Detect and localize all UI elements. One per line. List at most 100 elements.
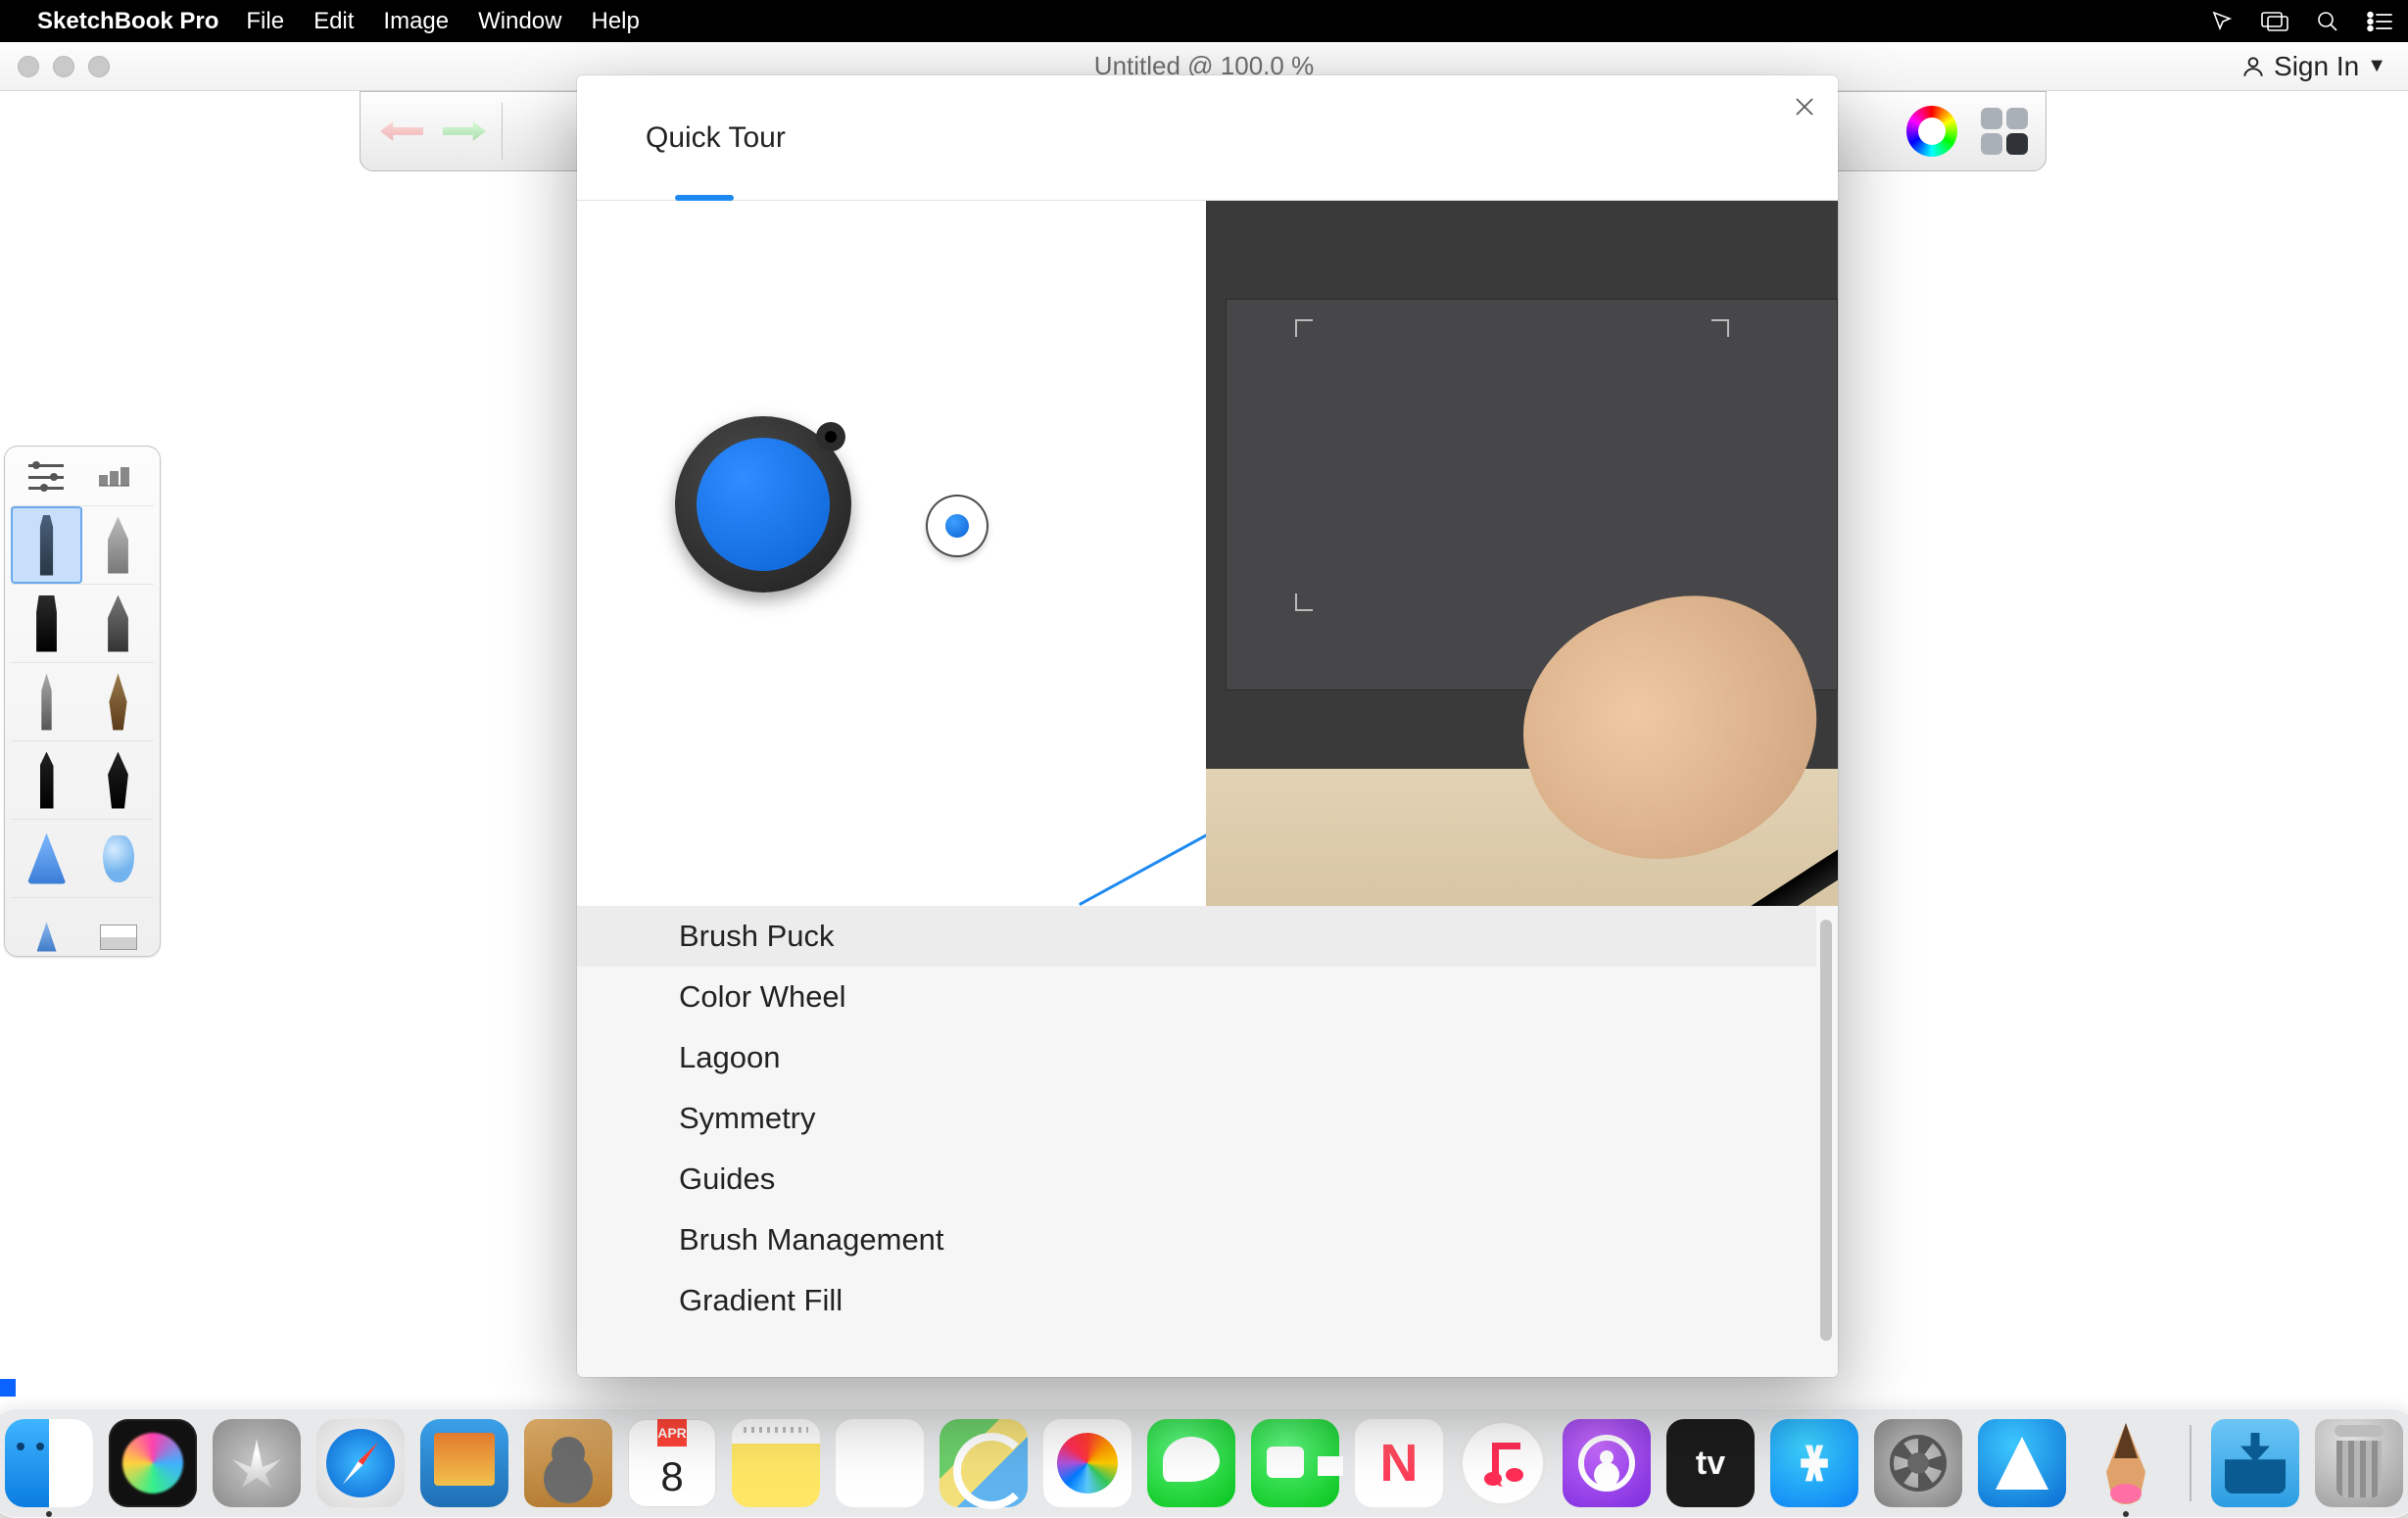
- brush-pencil[interactable]: [11, 505, 82, 584]
- soft-airbrush-icon: [103, 835, 134, 882]
- dock-launchpad[interactable]: [213, 1419, 301, 1507]
- screen-mirroring-icon[interactable]: [2261, 10, 2288, 33]
- window-controls[interactable]: [0, 56, 110, 77]
- brush-size-indicator: [928, 497, 987, 555]
- dock: APR 8: [0, 1408, 2408, 1518]
- sign-in-button[interactable]: Sign In ▼: [2240, 51, 2386, 82]
- calendar-day: 8: [660, 1447, 683, 1507]
- dock-maps[interactable]: [939, 1419, 1028, 1507]
- undo-button[interactable]: [370, 100, 433, 163]
- dock-sketchbook[interactable]: [2082, 1419, 2170, 1507]
- app-name[interactable]: SketchBook Pro: [37, 8, 218, 35]
- brush-marker[interactable]: [11, 584, 82, 662]
- cursor-status-icon[interactable]: [2208, 10, 2236, 33]
- dock-system-preferences[interactable]: [1874, 1419, 1962, 1507]
- dock-finder[interactable]: [5, 1419, 93, 1507]
- color-wheel-button[interactable]: [1901, 100, 1963, 163]
- quick-tour-modal: Quick Tour Brush Pu: [577, 75, 1838, 1377]
- modal-header: Quick Tour: [577, 75, 1838, 201]
- chevron-down-icon: ▼: [2367, 55, 2386, 77]
- ink-brush-icon: [106, 752, 131, 809]
- dock-tv[interactable]: [1666, 1419, 1755, 1507]
- tour-item-symmetry[interactable]: Symmetry: [577, 1088, 1816, 1149]
- brush-hard-cone[interactable]: [11, 897, 82, 975]
- sketchbook-icon: [2090, 1421, 2162, 1505]
- menu-window[interactable]: Window: [478, 8, 561, 35]
- control-center-icon[interactable]: [2367, 10, 2394, 33]
- dock-calendar[interactable]: APR 8: [628, 1419, 716, 1507]
- dock-news[interactable]: [1355, 1419, 1443, 1507]
- minimize-window-icon[interactable]: [53, 56, 74, 77]
- dock-reminders[interactable]: [836, 1419, 924, 1507]
- brush-fineliner[interactable]: [11, 740, 82, 819]
- dock-podcasts[interactable]: [1563, 1419, 1651, 1507]
- brush-ink[interactable]: [82, 740, 154, 819]
- menu-image[interactable]: Image: [383, 8, 449, 35]
- scrollbar[interactable]: [1820, 920, 1832, 1341]
- tour-topic-list: Brush Puck Color Wheel Lagoon Symmetry G…: [577, 906, 1838, 1377]
- macos-menubar: SketchBook Pro File Edit Image Window He…: [0, 0, 2408, 42]
- menu-help[interactable]: Help: [591, 8, 639, 35]
- sign-in-label: Sign In: [2274, 51, 2359, 82]
- brush-settings-icon[interactable]: [28, 464, 64, 490]
- close-icon: [1794, 96, 1815, 118]
- brush-technical-pen[interactable]: [82, 505, 154, 584]
- menu-file[interactable]: File: [246, 8, 284, 35]
- brush-pen-icon: [106, 674, 131, 731]
- tour-item-guides[interactable]: Guides: [577, 1149, 1816, 1210]
- menu-edit[interactable]: Edit: [313, 8, 354, 35]
- dock-photos[interactable]: [1043, 1419, 1132, 1507]
- chisel-marker-icon: [106, 595, 131, 652]
- dock-music[interactable]: [1459, 1419, 1547, 1507]
- brush-brushpen[interactable]: [82, 662, 154, 740]
- dock-messages[interactable]: [1147, 1419, 1235, 1507]
- dock-app-store[interactable]: [1770, 1419, 1858, 1507]
- dock-siri[interactable]: [109, 1419, 197, 1507]
- tour-item-brush-management[interactable]: Brush Management: [577, 1210, 1816, 1270]
- dock-preview[interactable]: [420, 1419, 508, 1507]
- dock-affinity[interactable]: [1978, 1419, 2066, 1507]
- dock-downloads[interactable]: [2211, 1419, 2299, 1507]
- fine-liner-icon: [40, 752, 54, 809]
- zoom-window-icon[interactable]: [88, 56, 110, 77]
- marker-icon: [34, 595, 60, 652]
- tour-item-color-wheel[interactable]: Color Wheel: [577, 967, 1816, 1027]
- user-icon: [2240, 54, 2266, 79]
- brush-swatch[interactable]: [82, 897, 154, 975]
- tour-item-lagoon[interactable]: Lagoon: [577, 1027, 1816, 1088]
- dock-separator: [2190, 1425, 2191, 1501]
- technical-pen-icon: [106, 517, 131, 574]
- panels-grid-icon: [1981, 108, 2028, 155]
- paint-swatch-icon: [100, 925, 137, 950]
- tour-item-gradient-fill[interactable]: Gradient Fill: [577, 1270, 1816, 1331]
- brush-airbrush-cone[interactable]: [11, 819, 82, 897]
- toolbar-separator: [502, 103, 503, 160]
- close-button[interactable]: [1787, 89, 1822, 124]
- color-wheel-icon: [1906, 106, 1957, 157]
- brush-library-icon[interactable]: [98, 464, 137, 490]
- pencil-icon: [36, 515, 58, 576]
- ui-panels-button[interactable]: [1973, 100, 2036, 163]
- dock-notes[interactable]: [732, 1419, 820, 1507]
- dock-contacts[interactable]: [524, 1419, 612, 1507]
- hero-illustration: [577, 201, 1206, 906]
- dock-container: APR 8: [0, 1397, 2408, 1518]
- hand-with-stylus-graphic: [1505, 475, 1838, 886]
- tour-item-brush-puck[interactable]: Brush Puck: [577, 906, 1816, 967]
- canvas-edge-indicator: [0, 1379, 16, 1397]
- dock-trash[interactable]: [2315, 1419, 2403, 1507]
- hero-video-still: [1206, 201, 1838, 906]
- brush-ballpoint[interactable]: [11, 662, 82, 740]
- brush-palette[interactable]: [4, 446, 161, 957]
- spotlight-search-icon[interactable]: [2314, 10, 2341, 33]
- dock-safari[interactable]: [316, 1419, 405, 1507]
- hard-cone-icon: [37, 923, 57, 952]
- close-window-icon[interactable]: [18, 56, 39, 77]
- redo-button[interactable]: [433, 100, 496, 163]
- brush-chisel[interactable]: [82, 584, 154, 662]
- brush-soft-airbrush[interactable]: [82, 819, 154, 897]
- dock-facetime[interactable]: [1251, 1419, 1339, 1507]
- airbrush-cone-icon: [27, 833, 67, 884]
- modal-hero: [577, 201, 1838, 906]
- brush-puck-graphic: [675, 416, 851, 593]
